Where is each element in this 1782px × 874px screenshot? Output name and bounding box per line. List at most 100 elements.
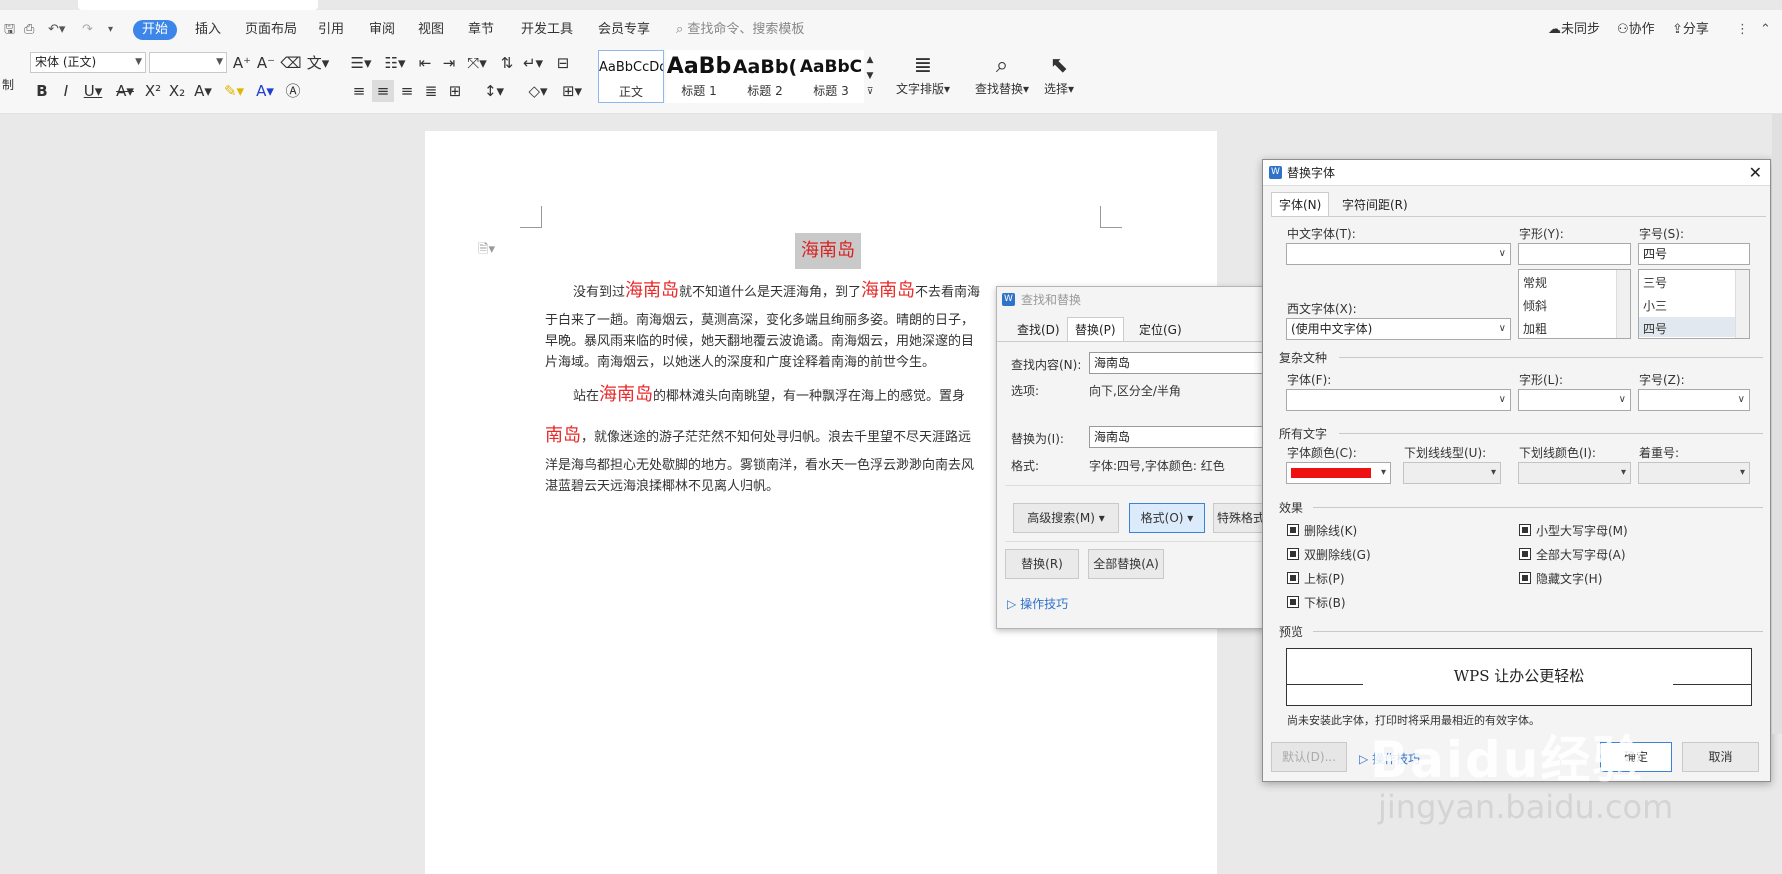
decrease-indent-icon[interactable]: ⇤ <box>414 52 436 74</box>
align-center-icon[interactable]: ≡ <box>372 80 394 102</box>
west-font-select[interactable]: (使用中文字体) ∨ <box>1286 318 1511 340</box>
underline-icon[interactable]: U▾ <box>80 80 106 102</box>
format-button[interactable]: 格式(O) ▾ <box>1129 503 1205 533</box>
customize-icon[interactable]: ▾ <box>108 20 113 40</box>
scrollbar[interactable] <box>1616 270 1630 338</box>
cancel-button[interactable]: 取消 <box>1682 742 1759 772</box>
undo-icon[interactable]: ↶▾ <box>48 20 65 40</box>
replace-input[interactable]: 海南岛 <box>1089 426 1265 448</box>
distribute-icon[interactable]: ⊞ <box>444 80 466 102</box>
list-item[interactable]: 小三 <box>1643 297 1667 314</box>
text-layout-button[interactable]: ≣ 文字排版▾ <box>892 52 954 97</box>
strikethrough-checkbox[interactable] <box>1287 524 1299 536</box>
font-color-select[interactable]: ▾ <box>1286 462 1391 484</box>
complex-style-select[interactable]: ∨ <box>1518 389 1631 411</box>
list-item-selected[interactable]: 四号 <box>1643 320 1667 337</box>
vertical-scrollbar[interactable] <box>1772 114 1782 734</box>
shrink-font-icon[interactable]: A⁻ <box>255 52 277 74</box>
complex-font-select[interactable]: ∨ <box>1286 389 1511 411</box>
font-style-list[interactable]: 常规 倾斜 加粗 <box>1518 269 1631 339</box>
list-item[interactable]: 常规 <box>1523 274 1547 291</box>
line-spacing-icon[interactable]: ↕▾ <box>480 80 508 102</box>
save-icon[interactable]: 🖫 <box>4 20 15 40</box>
menu-chapter[interactable]: 章节 <box>468 20 494 40</box>
text-effect-icon[interactable]: A▾ <box>190 80 216 102</box>
cn-font-select[interactable]: ∨ <box>1286 243 1511 265</box>
menu-insert[interactable]: 插入 <box>195 20 221 40</box>
collapse-ribbon-icon[interactable]: ⌃ <box>1760 20 1771 40</box>
tips-link[interactable]: ▷ 操作技巧 <box>1007 595 1068 612</box>
menu-member[interactable]: 会员专享 <box>598 20 650 40</box>
list-item[interactable]: 倾斜 <box>1523 297 1547 314</box>
close-icon[interactable]: ✕ <box>1749 160 1762 186</box>
menu-references[interactable]: 引用 <box>318 20 344 40</box>
bullet-list-icon[interactable]: ☰▾ <box>348 52 374 74</box>
small-caps-checkbox[interactable] <box>1519 524 1531 536</box>
command-search[interactable]: ⌕ 查找命令、搜索模板 <box>676 20 804 40</box>
find-input[interactable]: 海南岛 <box>1089 352 1265 374</box>
font-color-icon[interactable]: A▾ <box>252 80 278 102</box>
more-icon[interactable]: ⋮ <box>1736 20 1749 40</box>
font-style-input[interactable] <box>1518 243 1631 265</box>
style-heading-2[interactable]: AaBb( 标题 2 <box>732 50 798 103</box>
tab-icon[interactable]: ⊟ <box>552 52 574 74</box>
borders-icon[interactable]: ⊞▾ <box>558 80 586 102</box>
list-item[interactable]: 三号 <box>1643 274 1667 291</box>
shading-icon[interactable]: ◇▾ <box>524 80 552 102</box>
replace-all-button[interactable]: 全部替换(A) <box>1088 549 1164 579</box>
underline-style-select[interactable]: ▾ <box>1403 462 1501 484</box>
font-name-combo[interactable]: 宋体 (正文) ▼ <box>30 52 146 73</box>
increase-indent-icon[interactable]: ⇥ <box>438 52 460 74</box>
select-button[interactable]: ⬉ 选择▾ <box>1040 52 1078 97</box>
number-list-icon[interactable]: ☷▾ <box>382 52 408 74</box>
show-marks-icon[interactable]: ↵▾ <box>520 52 546 74</box>
strikethrough-icon[interactable]: A▾ <box>112 80 138 102</box>
find-replace-button[interactable]: ⌕ 查找替换▾ <box>972 52 1032 97</box>
tab-char-spacing[interactable]: 字符间距(R) <box>1334 192 1416 216</box>
collaborate-button[interactable]: ⚇协作 <box>1617 20 1655 40</box>
font-size-input[interactable]: 四号 <box>1638 243 1750 265</box>
tab-font[interactable]: 字体(N) <box>1271 192 1330 216</box>
special-format-button[interactable]: 特殊格式 <box>1213 503 1269 533</box>
subscript-checkbox[interactable] <box>1287 596 1299 608</box>
complex-size-select[interactable]: ∨ <box>1638 389 1750 411</box>
document-tab[interactable] <box>78 0 318 10</box>
redo-icon[interactable]: ↷ <box>82 20 93 40</box>
menu-developer[interactable]: 开发工具 <box>521 20 573 40</box>
style-heading-1[interactable]: AaBb 标题 1 <box>666 50 732 103</box>
superscript-checkbox[interactable] <box>1287 572 1299 584</box>
italic-icon[interactable]: I <box>56 80 76 102</box>
grow-font-icon[interactable]: A⁺ <box>231 52 253 74</box>
print-preview-icon[interactable]: ⎙ <box>24 20 34 40</box>
all-caps-checkbox[interactable] <box>1519 548 1531 560</box>
highlight-icon[interactable]: ✎▾ <box>220 80 248 102</box>
scrollbar[interactable] <box>1735 270 1749 338</box>
default-button[interactable]: 默认(D)... <box>1271 742 1347 772</box>
tab-find[interactable]: 查找(D) <box>1009 317 1068 341</box>
double-strikethrough-checkbox[interactable] <box>1287 548 1299 560</box>
menu-review[interactable]: 审阅 <box>369 20 395 40</box>
doc-option-icon[interactable]: 🗎▾ <box>478 240 495 262</box>
sort-icon[interactable]: ⇅ <box>496 52 518 74</box>
style-gallery-scroll-icon[interactable]: ▲ ▼ ⊽ <box>864 52 876 102</box>
phonetic-icon[interactable]: 文▾ <box>304 52 332 74</box>
hidden-text-checkbox[interactable] <box>1519 572 1531 584</box>
align-right-icon[interactable]: ≡ <box>396 80 418 102</box>
share-button[interactable]: ⇪分享 <box>1672 20 1709 40</box>
chinese-layout-icon[interactable]: ⤧▾ <box>464 52 490 74</box>
menu-view[interactable]: 视图 <box>418 20 444 40</box>
style-heading-3[interactable]: AaBbC 标题 3 <box>798 50 864 103</box>
bold-icon[interactable]: B <box>32 80 52 102</box>
format-painter-label[interactable]: 制 <box>0 74 16 96</box>
sync-status[interactable]: ☁未同步 <box>1548 20 1600 40</box>
superscript-icon[interactable]: X² <box>142 80 164 102</box>
justify-icon[interactable]: ≣ <box>420 80 442 102</box>
char-border-icon[interactable]: Ⓐ <box>282 80 304 102</box>
replace-button[interactable]: 替换(R) <box>1005 549 1079 579</box>
align-left-icon[interactable]: ≡ <box>348 80 370 102</box>
menu-start[interactable]: 开始 <box>133 20 178 40</box>
menu-page-layout[interactable]: 页面布局 <box>245 20 297 40</box>
list-item[interactable]: 加粗 <box>1523 320 1547 337</box>
tab-goto[interactable]: 定位(G) <box>1131 317 1190 341</box>
clear-format-icon[interactable]: ⌫ <box>280 52 302 74</box>
